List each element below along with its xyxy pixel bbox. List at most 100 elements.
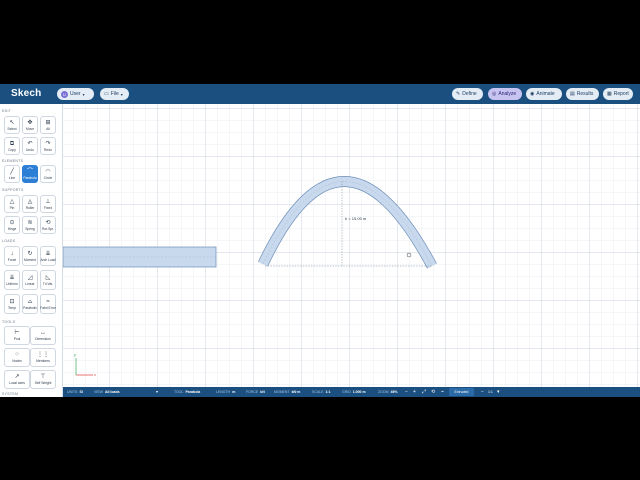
- status-units-key: UNITS: [67, 390, 78, 394]
- nav-results-button[interactable]: ▤ Results: [566, 88, 599, 100]
- tool-loads-parabolic[interactable]: ⌓ Parabolic: [22, 294, 38, 314]
- status-force-key: FORCE: [246, 390, 259, 394]
- chevron-down-icon: ▾: [120, 91, 123, 97]
- tool-loads-linear[interactable]: ◿ Linear: [22, 270, 38, 290]
- tool-label: Redo: [44, 147, 52, 152]
- tool-label: Force: [7, 257, 17, 262]
- zoom-out-icon[interactable]: −: [405, 389, 408, 395]
- section-tools-title: TOOLS: [2, 320, 16, 324]
- nav-animate-button[interactable]: ◉ Animate: [526, 88, 562, 100]
- tool-edit-move[interactable]: ✥ Move: [22, 116, 38, 134]
- status-moment-value: kN·m: [291, 390, 301, 394]
- status-view[interactable]: VIEW All loads: [94, 390, 120, 394]
- nav-define-button[interactable]: ✎ Define: [452, 88, 483, 100]
- fit-view-icon[interactable]: ⤢: [422, 389, 426, 395]
- tool-label: Pin: [9, 205, 15, 210]
- all-icon: ⊞: [45, 119, 51, 126]
- status-bar: UNITS SI VIEW All loads ▾ TOOL Parabola LEN…: [63, 387, 640, 397]
- tool-loads-force[interactable]: ↓ Force: [4, 246, 20, 266]
- tool-label: Uniform: [6, 281, 18, 286]
- tool-label: Copy: [8, 147, 16, 152]
- app-window: Skech U User ▾ ▭ File ▾ ✎ Define ◎ Analy…: [0, 84, 640, 397]
- report-icon: ▦: [607, 91, 612, 97]
- status-tool: TOOL Parabola: [174, 390, 200, 394]
- sidebar: EDIT ELEMENTS SUPPORTS LOADS TOOLS SYSTE…: [0, 104, 63, 397]
- zoom-in-icon[interactable]: +: [413, 389, 416, 395]
- tool-label: Parabolic: [23, 305, 37, 310]
- chevron-down-icon[interactable]: ▾: [497, 389, 500, 395]
- tool-supports-roller[interactable]: ◬ Roller: [22, 195, 38, 213]
- copy-icon: ⧉: [9, 140, 15, 147]
- tool-supports-fixed[interactable]: ⊥ Fixed: [40, 195, 56, 213]
- tool-supports-rot-spr-[interactable]: ⟲ Rot.Spr.: [40, 216, 56, 234]
- tool-supports-hinge[interactable]: ⊙ Hinge: [4, 216, 20, 234]
- minus-icon[interactable]: −: [481, 389, 484, 395]
- reset-view-icon[interactable]: ⟲: [431, 389, 435, 395]
- status-view-value: All loads: [104, 390, 120, 394]
- nav-animate-label: Animate: [536, 91, 555, 97]
- tool-tools-nodes[interactable]: ⁘ Nodes: [4, 348, 30, 367]
- tool-supports-spring[interactable]: ≋ Spring: [22, 216, 38, 234]
- extruded-toggle[interactable]: Extruded: [449, 388, 474, 396]
- tool-edit-redo[interactable]: ↷ Redo: [40, 137, 56, 155]
- user-menu-button[interactable]: U User ▾: [57, 88, 94, 100]
- undo-icon: ↶: [27, 140, 33, 147]
- pin-icon: △: [9, 198, 15, 205]
- tool-elements-circle[interactable]: ◠ Circle: [40, 165, 56, 183]
- status-moment-key: MOMENT: [274, 390, 290, 394]
- tool-tools-members[interactable]: ⋮⋮ Members: [30, 348, 56, 367]
- tool-loads-temp[interactable]: ⊡ Temp: [4, 294, 20, 314]
- tool-loads-tri-var-[interactable]: ◺ Tri.Var.: [40, 270, 56, 290]
- fabri-error-icon: ≈: [46, 298, 50, 305]
- tool-loads-moment[interactable]: ↻ Moment: [22, 246, 38, 266]
- move-icon: ✥: [27, 119, 33, 126]
- nav-analyze-button[interactable]: ◎ Analyze: [488, 88, 522, 100]
- folder-icon: ▭: [104, 91, 109, 97]
- tool-elements-line[interactable]: ╱ Line: [4, 165, 20, 183]
- status-length: LENGTH m: [216, 390, 235, 394]
- arch-member[interactable]: [258, 176, 437, 269]
- tool-tools-dimension[interactable]: ↔ Dimension: [30, 326, 56, 345]
- roller-icon: ◬: [27, 198, 33, 205]
- tool-label: Linear: [25, 281, 35, 286]
- measure-icon[interactable]: ⌁: [441, 389, 444, 395]
- tool-tools-pool[interactable]: ⊢ Pool: [4, 326, 30, 345]
- canvas-svg: h = 15.00 m x y: [63, 176, 437, 377]
- nav-report-button[interactable]: ▦ Report: [603, 88, 633, 100]
- status-grid-key: GRID: [342, 390, 351, 394]
- tool-loads-fabri-error[interactable]: ≈ Fabri.Error: [40, 294, 56, 314]
- tool-label: Pool: [13, 337, 21, 341]
- height-dimension-label: h = 15.00 m: [345, 216, 367, 221]
- chevron-down-icon[interactable]: ▾: [156, 389, 158, 394]
- rot-spr--icon: ⟲: [45, 219, 51, 226]
- tool-loads-uniform[interactable]: ⇊ Uniform: [4, 270, 20, 290]
- results-icon: ▤: [570, 91, 575, 97]
- nav-results-label: Results: [576, 91, 594, 97]
- redo-icon: ↷: [45, 140, 51, 147]
- tool-edit-undo[interactable]: ↶ Undo: [22, 137, 38, 155]
- spring-icon: ≋: [27, 219, 33, 226]
- tool-label: Tri.Var.: [42, 281, 54, 286]
- tool-supports-pin[interactable]: △ Pin: [4, 195, 20, 213]
- status-units[interactable]: UNITS SI: [67, 390, 83, 394]
- tool-label: Fabri.Error: [40, 305, 56, 310]
- tool-edit-copy[interactable]: ⧉ Copy: [4, 137, 20, 155]
- tool-loads-arch-load[interactable]: ⇊ Arch Load: [40, 246, 56, 266]
- file-menu-button[interactable]: ▭ File ▾: [100, 88, 129, 100]
- drawing-canvas[interactable]: h = 15.00 m x y: [63, 104, 640, 387]
- tool-edit-all[interactable]: ⊞ All: [40, 116, 56, 134]
- nav-analyze-label: Analyze: [498, 91, 517, 97]
- tool-tools-local-axes[interactable]: ↗ Local axes: [4, 370, 30, 389]
- section-system-title: SYSTEM: [2, 392, 19, 396]
- tool-tools-self-weight[interactable]: ⊤ Self Weight: [30, 370, 56, 389]
- tool-elements-parabola[interactable]: ⌒ Parabola: [22, 165, 38, 183]
- self-weight-icon: ⊤: [40, 374, 46, 380]
- select-icon: ↖: [9, 119, 15, 126]
- fixed-icon: ⊥: [45, 198, 51, 205]
- tool-label: Arch Load: [40, 257, 56, 262]
- tool-edit-select[interactable]: ↖ Select: [4, 116, 20, 134]
- temp-icon: ⊡: [9, 298, 15, 305]
- status-units-value: SI: [79, 390, 83, 394]
- force-icon: ↓: [10, 250, 14, 257]
- status-zoom: ZOOM 46%: [378, 390, 398, 394]
